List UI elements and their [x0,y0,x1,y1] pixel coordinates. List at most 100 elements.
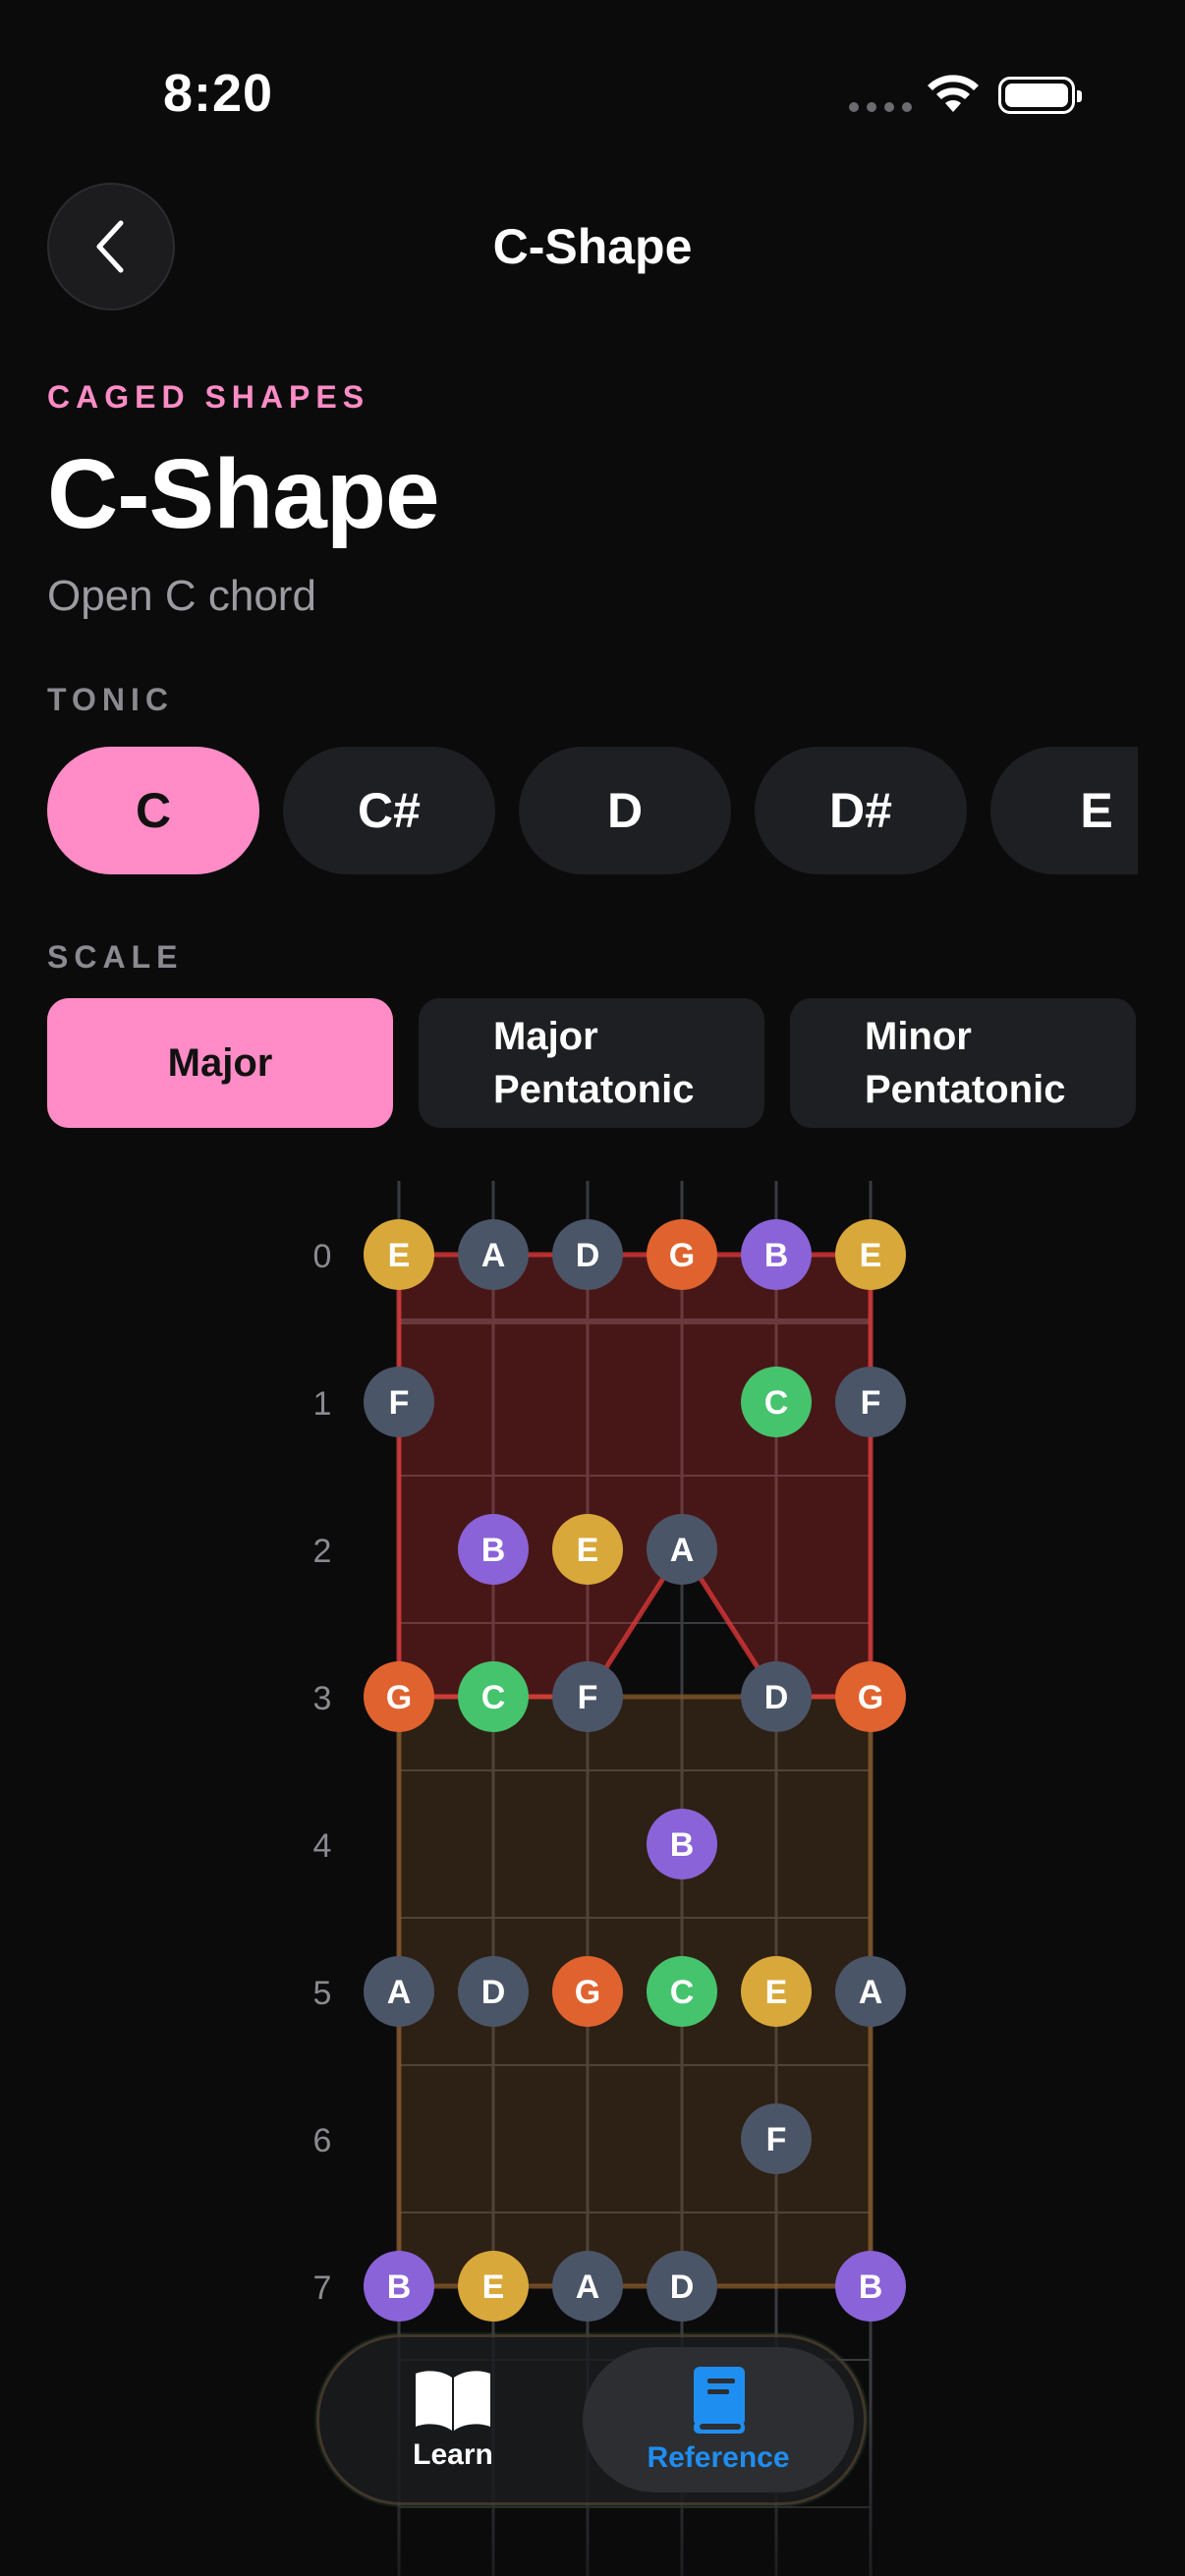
tonic-option-c[interactable]: C [47,747,259,874]
page-title: C-Shape [47,439,440,549]
fret-note-marker[interactable]: C [647,1956,717,2027]
note-label: B [670,1826,695,1864]
note-label: F [861,1384,881,1422]
note-label: D [576,1237,600,1274]
nav-title: C-Shape [492,219,693,274]
note-label: D [670,2268,695,2306]
tab-learn[interactable]: Learn [333,2347,573,2492]
status-bar: 8:20 [0,0,1185,187]
note-label: F [389,1384,410,1422]
note-label: E [860,1237,882,1274]
fret-note-marker[interactable]: A [835,1956,906,2027]
fret-note-marker[interactable]: D [458,1956,529,2027]
fret-note-marker[interactable]: E [741,1956,812,2027]
fret-note-marker[interactable]: F [552,1661,623,1732]
book-closed-icon [694,2367,745,2434]
fret-note-marker[interactable]: C [458,1661,529,1732]
fret-note-marker[interactable]: G [364,1661,434,1732]
fret-number: 1 [313,1385,332,1423]
note-label: B [387,2268,412,2306]
fret-number: 5 [313,1975,332,2012]
wifi-icon [928,75,979,112]
cellular-signal-icon [849,102,912,112]
caged-shape-region [396,1252,874,1700]
back-button[interactable] [47,183,175,310]
note-label: E [388,1237,411,1274]
note-label: B [859,2268,883,2306]
section-kicker: CAGED SHAPES [47,379,370,415]
note-label: D [764,1679,789,1716]
fret-note-marker[interactable]: A [364,1956,434,2027]
note-label: A [481,1237,506,1274]
fret-note-marker[interactable]: E [835,1219,906,1290]
status-time: 8:20 [163,64,274,123]
note-label: G [575,1974,600,2011]
scale-option-label: Major Pentatonic [493,1015,695,1111]
note-label: C [670,1974,695,2011]
fret-note-marker[interactable]: B [647,1809,717,1879]
tonic-label: TONIC [47,682,174,717]
fret-number: 7 [313,2269,332,2307]
fret-number: 4 [313,1827,332,1865]
note-label: F [578,1679,598,1716]
fret-note-marker[interactable]: B [741,1219,812,1290]
fret-note-marker[interactable]: E [364,1219,434,1290]
fret-note-marker[interactable]: F [835,1367,906,1437]
tab-bar: Learn Reference [316,2334,867,2505]
tonic-option-d[interactable]: D [519,747,731,874]
fret-note-marker[interactable]: A [552,2251,623,2322]
battery-icon [998,77,1082,114]
fret-note-marker[interactable]: B [835,2251,906,2322]
note-label: G [858,1679,883,1716]
fret-number: 6 [313,2122,332,2159]
tab-learn-label: Learn [413,2438,493,2471]
fret-note-marker[interactable]: E [552,1514,623,1585]
fret-note-marker[interactable]: D [552,1219,623,1290]
note-label: E [765,1974,788,2011]
scale-label: SCALE [47,939,184,975]
note-label: B [481,1532,506,1569]
fret-note-marker[interactable]: G [552,1956,623,2027]
scale-option-major-pentatonic[interactable]: Major Pentatonic [419,998,764,1128]
note-label: G [669,1237,695,1274]
note-label: B [764,1237,789,1274]
fret-note-marker[interactable]: B [458,1514,529,1585]
fret-note-marker[interactable]: G [647,1219,717,1290]
fret-note-marker[interactable]: F [364,1367,434,1437]
fret-number: 3 [313,1680,332,1717]
fret-note-marker[interactable]: F [741,2103,812,2174]
fret-note-marker[interactable]: A [458,1219,529,1290]
tonic-selector: C C# D D# E [47,747,1138,874]
scale-option-major[interactable]: Major [47,998,393,1128]
scale-option-label: Minor Pentatonic [865,1015,1066,1111]
note-label: A [670,1532,695,1569]
tonic-option-e[interactable]: E [990,747,1138,874]
fret-note-marker[interactable]: E [458,2251,529,2322]
note-label: A [859,1974,883,2011]
note-label: C [481,1679,506,1716]
scale-option-minor-pentatonic[interactable]: Minor Pentatonic [790,998,1136,1128]
tonic-option-c-sharp[interactable]: C# [283,747,495,874]
chevron-left-icon [96,220,124,273]
note-label: A [576,2268,600,2306]
fret-note-marker[interactable]: D [741,1661,812,1732]
note-label: G [386,1679,412,1716]
scale-option-label: Major [167,1040,273,1085]
tonic-option-d-sharp[interactable]: D# [755,747,967,874]
fret-note-marker[interactable]: A [647,1514,717,1585]
note-label: D [481,1974,506,2011]
tab-reference-label: Reference [647,2441,790,2474]
fret-note-marker[interactable]: B [364,2251,434,2322]
note-label: E [577,1532,599,1569]
note-label: C [764,1384,789,1422]
tab-reference[interactable]: Reference [583,2347,854,2492]
note-label: E [482,2268,505,2306]
note-label: A [387,1974,412,2011]
fret-note-marker[interactable]: C [741,1367,812,1437]
book-open-icon [416,2371,490,2431]
page-subtitle: Open C chord [47,572,316,620]
fret-number: 2 [313,1533,332,1570]
fret-note-marker[interactable]: G [835,1661,906,1732]
note-label: F [766,2121,787,2158]
fret-note-marker[interactable]: D [647,2251,717,2322]
